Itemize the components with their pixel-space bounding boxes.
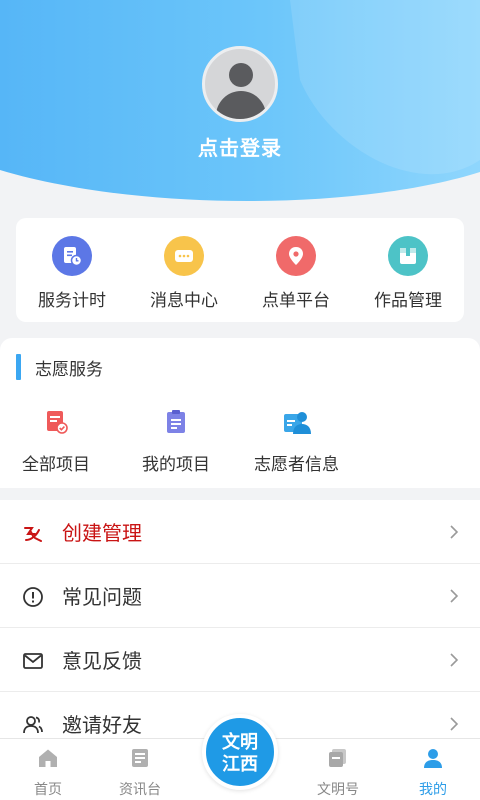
- avatar[interactable]: [202, 46, 278, 122]
- nav-civilization[interactable]: 文明号: [298, 747, 378, 799]
- nav-label: 首页: [34, 782, 62, 798]
- quick-action-label: 消息中心: [150, 291, 218, 311]
- volunteer-info[interactable]: 志愿者信息: [254, 408, 339, 475]
- nav-news[interactable]: 资讯台: [100, 747, 180, 799]
- volunteer-all-projects[interactable]: 全部项目: [22, 408, 90, 475]
- menu-item-label: 常见问题: [62, 585, 142, 609]
- works-box-icon: [388, 236, 428, 276]
- chevron-right-icon: [446, 716, 462, 732]
- info-circle-icon: [22, 586, 44, 608]
- svg-text:文明: 文明: [222, 731, 258, 753]
- chevron-right-icon: [446, 524, 462, 540]
- volunteer-item-label: 志愿者信息: [254, 455, 339, 475]
- menu-item-faq[interactable]: 常见问题: [0, 564, 480, 628]
- menu-item-feedback[interactable]: 意见反馈: [0, 628, 480, 692]
- avatar-body: [216, 91, 266, 119]
- news-icon: [129, 747, 151, 773]
- center-logo-button[interactable]: 文明 江西: [202, 714, 278, 790]
- home-icon: [37, 747, 59, 773]
- create-manage-icon: [22, 522, 44, 544]
- nav-label: 资讯台: [119, 782, 161, 798]
- quick-action-service-timer[interactable]: 服务计时: [16, 218, 128, 322]
- quick-action-label: 点单平台: [262, 291, 330, 311]
- location-pin-icon: [276, 236, 316, 276]
- civilization-icon: [327, 747, 349, 773]
- service-timer-icon: [52, 236, 92, 276]
- volunteer-my-projects[interactable]: 我的项目: [142, 408, 210, 475]
- quick-action-label: 服务计时: [38, 291, 106, 311]
- menu-item-create-manage[interactable]: 创建管理: [0, 500, 480, 564]
- section-title-bar: [16, 354, 21, 380]
- nav-label: 我的: [419, 782, 447, 798]
- menu-item-label: 邀请好友: [62, 713, 142, 737]
- message-icon: [164, 236, 204, 276]
- section-title-text: 志愿服务: [35, 359, 103, 380]
- my-projects-icon: [162, 408, 190, 440]
- volunteer-info-icon: [281, 408, 313, 440]
- quick-action-order-platform[interactable]: 点单平台: [240, 218, 352, 322]
- nav-profile[interactable]: 我的: [393, 747, 473, 799]
- profile-header: 点击登录: [0, 0, 480, 220]
- mail-icon: [22, 650, 44, 672]
- section-title: 志愿服务: [16, 354, 103, 380]
- chevron-right-icon: [446, 652, 462, 668]
- quick-actions-card: 服务计时 消息中心 点单平台 作品管理: [16, 218, 464, 322]
- nav-home[interactable]: 首页: [8, 747, 88, 799]
- menu-item-label: 创建管理: [62, 521, 142, 545]
- nav-label: 文明号: [317, 782, 359, 798]
- quick-action-message-center[interactable]: 消息中心: [128, 218, 240, 322]
- chevron-right-icon: [446, 588, 462, 604]
- login-link[interactable]: 点击登录: [0, 132, 480, 161]
- avatar-head: [229, 63, 253, 87]
- civilization-jiangxi-logo: 文明 江西: [222, 731, 258, 775]
- quick-action-works-manage[interactable]: 作品管理: [352, 218, 464, 322]
- volunteer-item-label: 全部项目: [22, 455, 90, 475]
- profile-icon: [422, 747, 444, 773]
- quick-action-label: 作品管理: [374, 291, 442, 311]
- volunteer-service-card: 志愿服务 全部项目 我的项目 志愿者信息: [0, 338, 480, 488]
- svg-text:江西: 江西: [222, 754, 258, 775]
- all-projects-icon: [42, 408, 70, 440]
- friends-icon: [22, 714, 44, 736]
- volunteer-item-label: 我的项目: [142, 455, 210, 475]
- menu-item-label: 意见反馈: [62, 649, 142, 673]
